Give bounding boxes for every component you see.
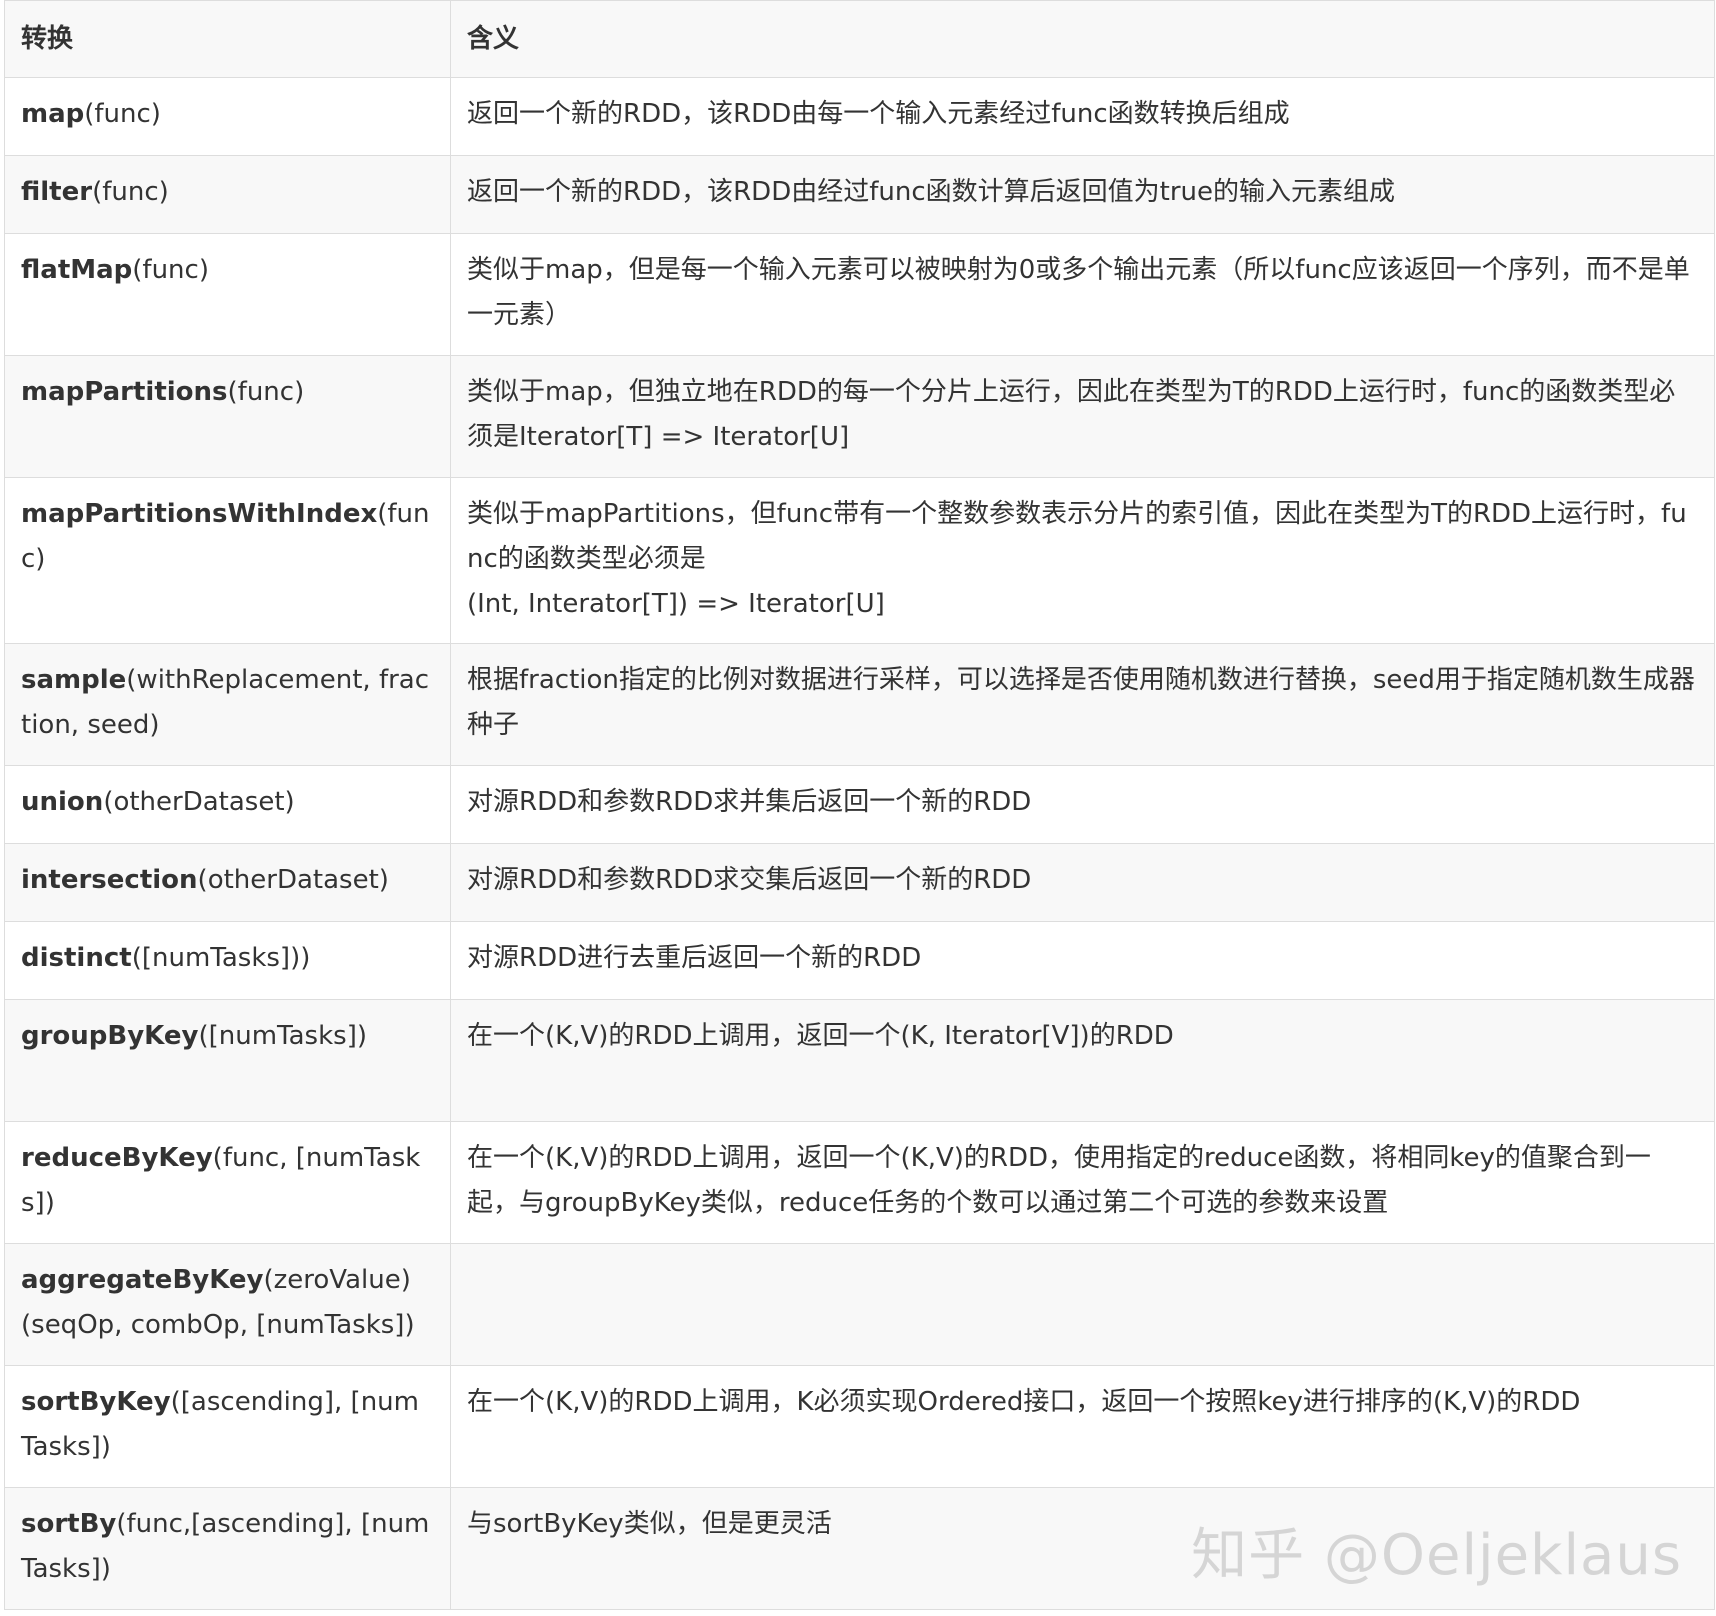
transformation-cell: mapPartitionsWithIndex(func) [4, 477, 451, 644]
meaning-cell: 对源RDD和参数RDD求交集后返回一个新的RDD [450, 843, 1715, 922]
function-name: mapPartitionsWithIndex [21, 499, 378, 529]
table-row: mapPartitions(func) 类似于map，但独立地在RDD的每一个分片… [4, 355, 1715, 478]
meaning-cell: 根据fraction指定的比例对数据进行采样，可以选择是否使用随机数进行替换，s… [450, 643, 1715, 766]
transformation-cell: sample(withReplacement, fraction, seed) [4, 643, 451, 766]
function-args: ([numTasks])) [131, 943, 311, 973]
transformation-cell: reduceByKey(func, [numTasks]) [4, 1121, 451, 1244]
function-name: intersection [21, 865, 198, 895]
table-row: flatMap(func) 类似于map，但是每一个输入元素可以被映射为0或多个输… [4, 233, 1715, 356]
function-name: sortBy [21, 1509, 117, 1539]
table-row: filter(func) 返回一个新的RDD，该RDD由经过func函数计算后返回… [4, 155, 1715, 234]
header-transformation: 转换 [4, 0, 451, 78]
function-name: reduceByKey [21, 1143, 213, 1173]
function-args: (otherDataset) [197, 865, 389, 895]
function-name: aggregateByKey [21, 1265, 264, 1295]
function-name: groupByKey [21, 1021, 199, 1051]
meaning-cell: 在一个(K,V)的RDD上调用，K必须实现Ordered接口，返回一个按照key… [450, 1365, 1715, 1488]
transformation-cell: aggregateByKey(zeroValue)(seqOp, combOp,… [4, 1243, 451, 1366]
meaning-cell [450, 1243, 1715, 1366]
meaning-cell: 类似于map，但独立地在RDD的每一个分片上运行，因此在类型为T的RDD上运行时… [450, 355, 1715, 478]
table-row: reduceByKey(func, [numTasks]) 在一个(K,V)的RD… [4, 1121, 1715, 1244]
function-name: filter [21, 177, 93, 207]
meaning-cell: 在一个(K,V)的RDD上调用，返回一个(K, Iterator[V])的RDD [450, 999, 1715, 1122]
function-args: (otherDataset) [103, 787, 295, 817]
table-row: distinct([numTasks])) 对源RDD进行去重后返回一个新的RDD [4, 921, 1715, 1000]
function-name: flatMap [21, 255, 133, 285]
function-args: ([numTasks]) [198, 1021, 367, 1051]
transformation-cell: intersection(otherDataset) [4, 843, 451, 922]
transformation-cell: map(func) [4, 77, 451, 156]
transformation-cell: distinct([numTasks])) [4, 921, 451, 1000]
meaning-cell: 对源RDD进行去重后返回一个新的RDD [450, 921, 1715, 1000]
table-row: map(func) 返回一个新的RDD，该RDD由每一个输入元素经过func函数转… [4, 77, 1715, 156]
function-name: map [21, 99, 85, 129]
meaning-cell: 类似于mapPartitions，但func带有一个整数参数表示分片的索引值，因… [450, 477, 1715, 644]
table-row: sample(withReplacement, fraction, seed) 根… [4, 643, 1715, 766]
meaning-cell: 返回一个新的RDD，该RDD由每一个输入元素经过func函数转换后组成 [450, 77, 1715, 156]
transformation-cell: sortByKey([ascending], [numTasks]) [4, 1365, 451, 1488]
header-meaning: 含义 [450, 0, 1715, 78]
table-row: mapPartitionsWithIndex(func) 类似于mapPartit… [4, 477, 1715, 644]
transformation-cell: sortBy(func,[ascending], [numTasks]) [4, 1487, 451, 1610]
watermark-text: 知乎 @Oeljeklaus [1191, 1523, 1682, 1588]
rdd-transformations-table: 转换 含义 map(func) 返回一个新的RDD，该RDD由每一个输入元素经过f… [4, 0, 1715, 1610]
function-name: sortByKey [21, 1387, 171, 1417]
transformation-cell: union(otherDataset) [4, 765, 451, 844]
table-row: union(otherDataset) 对源RDD和参数RDD求并集后返回一个新的… [4, 765, 1715, 844]
function-args: (func) [84, 99, 161, 129]
table-row: intersection(otherDataset) 对源RDD和参数RDD求交集… [4, 843, 1715, 922]
table-row: sortByKey([ascending], [numTasks]) 在一个(K,… [4, 1365, 1715, 1488]
function-name: distinct [21, 943, 132, 973]
transformation-cell: mapPartitions(func) [4, 355, 451, 478]
function-args: (func) [227, 377, 305, 407]
function-args: (func) [132, 255, 209, 285]
meaning-cell: 对源RDD和参数RDD求并集后返回一个新的RDD [450, 765, 1715, 844]
table-header-row: 转换 含义 [4, 0, 1715, 78]
function-name: union [21, 787, 104, 817]
table-row: groupByKey([numTasks]) 在一个(K,V)的RDD上调用，返回… [4, 999, 1715, 1122]
meaning-cell: 返回一个新的RDD，该RDD由经过func函数计算后返回值为true的输入元素组… [450, 155, 1715, 234]
function-name: sample [21, 665, 127, 695]
transformation-cell: flatMap(func) [4, 233, 451, 356]
transformation-cell: groupByKey([numTasks]) [4, 999, 451, 1122]
meaning-cell: 类似于map，但是每一个输入元素可以被映射为0或多个输出元素（所以func应该返… [450, 233, 1715, 356]
function-args: (func) [92, 177, 169, 207]
transformation-cell: filter(func) [4, 155, 451, 234]
function-name: mapPartitions [21, 377, 228, 407]
meaning-cell: 在一个(K,V)的RDD上调用，返回一个(K,V)的RDD，使用指定的reduc… [450, 1121, 1715, 1244]
table-row: aggregateByKey(zeroValue)(seqOp, combOp,… [4, 1243, 1715, 1366]
